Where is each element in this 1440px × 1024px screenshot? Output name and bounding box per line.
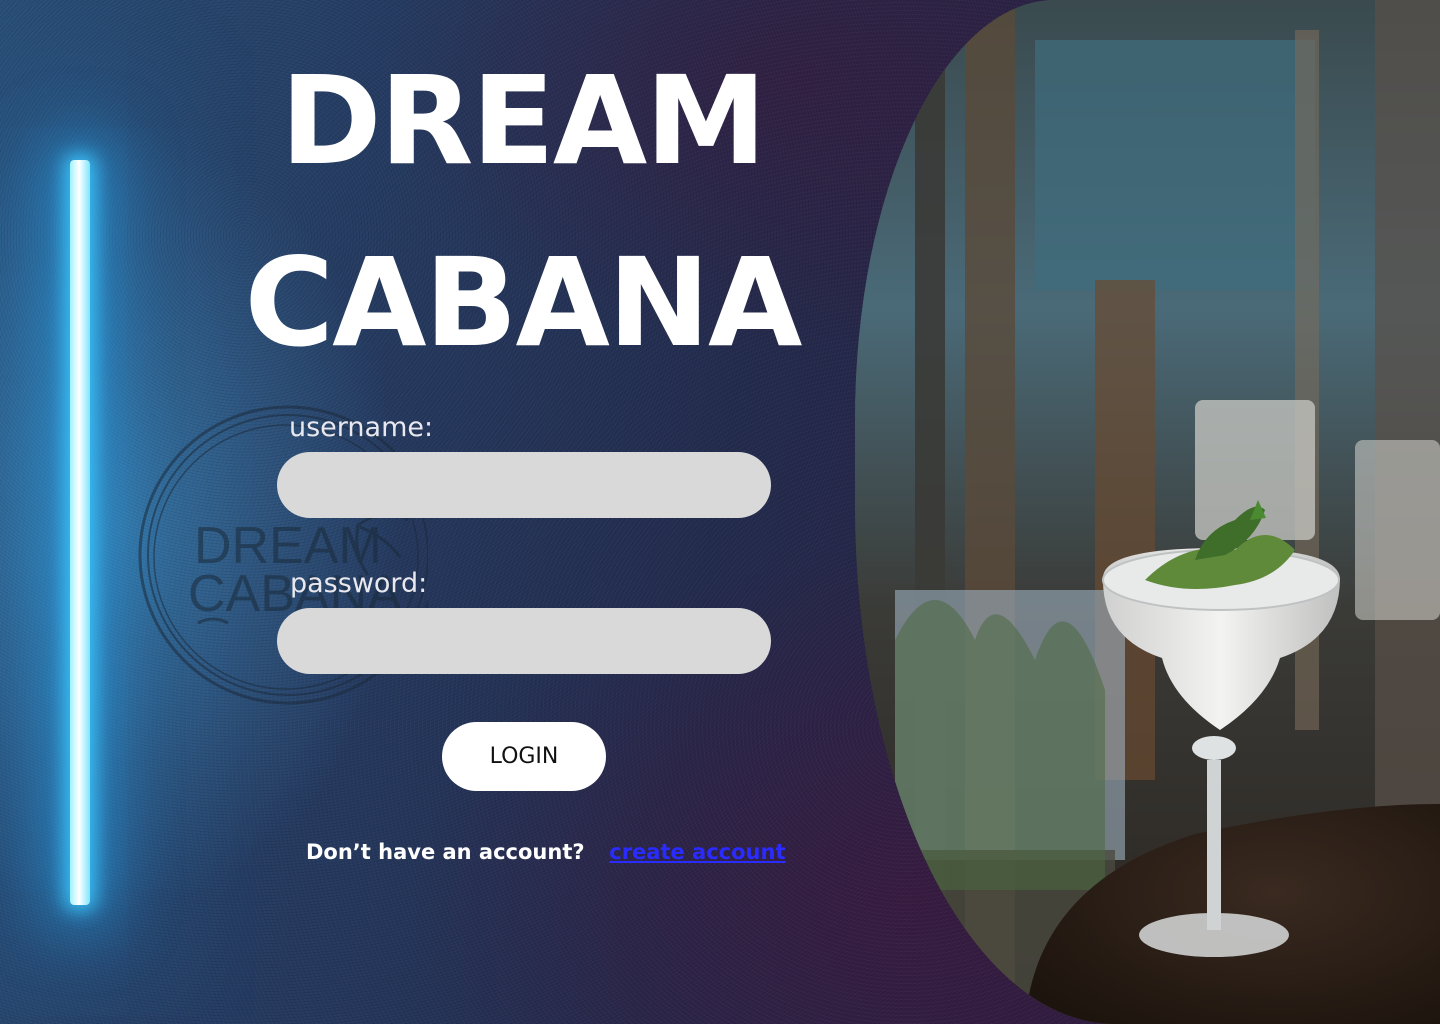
cocktail-photo-icon: [855, 0, 1440, 1024]
page-title: DREAM CABANA: [230, 30, 815, 394]
username-label: username:: [289, 412, 434, 443]
hero-photo: [855, 0, 1440, 1024]
login-button[interactable]: LOGIN: [442, 722, 606, 791]
password-input[interactable]: [277, 608, 771, 674]
neon-light-icon: [70, 160, 90, 905]
signup-row: Don’t have an account? create account: [306, 840, 806, 874]
signup-prompt: Don’t have an account?: [306, 840, 585, 864]
title-line1: DREAM: [280, 50, 766, 192]
username-input[interactable]: [277, 452, 771, 518]
password-label: password:: [290, 568, 428, 599]
create-account-link[interactable]: create account: [609, 840, 785, 864]
title-line2: CABANA: [244, 232, 803, 374]
